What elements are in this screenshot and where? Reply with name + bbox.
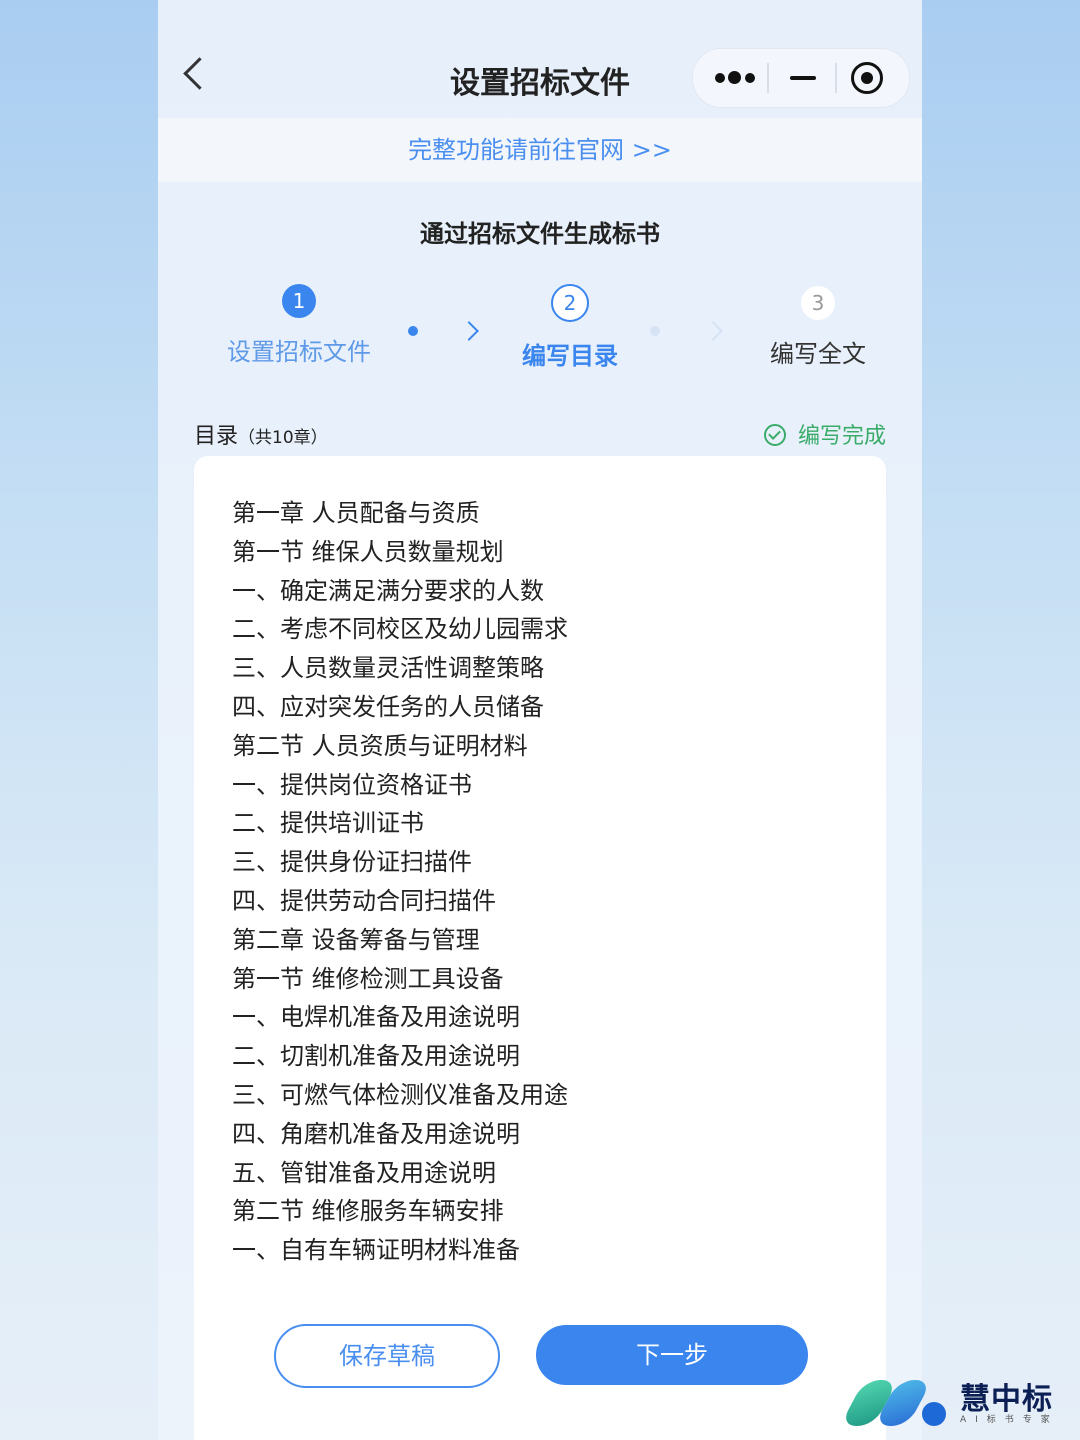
capsule-menu [692,48,910,108]
toc-item: 三、人员数量灵活性调整策略 [232,654,544,683]
step-number: 2 [551,284,589,322]
step-number: 1 [282,284,316,318]
step-2: 2 编写目录 [500,284,640,371]
next-step-button[interactable]: 下一步 [536,1325,808,1385]
toc-chapter-count: （共10章） [238,428,328,448]
toc-item: 第一节 维修检测工具设备 [232,964,504,993]
toc-item: 一、提供岗位资格证书 [232,770,472,799]
more-dots-icon[interactable] [711,63,759,93]
toc-list: 第一章 人员配备与资质 第一节 维保人员数量规划 一、确定满足满分要求的人数 二… [232,494,568,1270]
toc-item: 第一节 维保人员数量规划 [232,537,504,566]
capsule-divider [767,63,769,93]
toc-item: 四、应对突发任务的人员储备 [232,692,544,721]
toc-item: 三、可燃气体检测仪准备及用途 [232,1080,568,1109]
toc-item: 五、管钳准备及用途说明 [232,1158,496,1187]
toc-heading-label: 目录 [194,424,239,449]
toc-item: 第二节 维修服务车辆安排 [232,1197,504,1226]
check-circle-icon [763,424,786,446]
toc-heading: 目录（共10章） [194,418,328,450]
capsule-divider [835,63,837,93]
nav-bar: 设置招标文件 [158,0,922,118]
step-number: 3 [801,286,835,320]
brand-logo: 慧中标 AI标书专家 [839,1372,1072,1432]
toc-item: 二、提供培训证书 [232,809,424,838]
mini-program-screen: 设置招标文件 完整功能请前往官网 >> 通过招标文件生成标书 1 设置招标文件 … [158,0,922,1440]
toc-item: 一、确定满足满分要求的人数 [232,576,544,605]
toc-item: 第二节 人员资质与证明材料 [232,731,528,760]
toc-item: 一、电焊机准备及用途说明 [232,1003,520,1032]
toc-item: 四、角磨机准备及用途说明 [232,1119,520,1148]
brand-tagline: AI标书专家 [960,1415,1059,1425]
toc-item: 一、自有车辆证明材料准备 [232,1236,520,1265]
step-1: 1 设置招标文件 [214,284,384,367]
toc-item: 第二章 设备筹备与管理 [232,925,480,954]
toc-item: 二、切割机准备及用途说明 [232,1042,520,1071]
toc-item: 四、提供劳动合同扫描件 [232,886,496,915]
record-icon[interactable] [851,62,883,94]
minimize-icon[interactable] [787,62,819,94]
step-3: 3 编写全文 [748,286,888,369]
step-arrow-icon [650,326,720,336]
step-label: 编写全文 [770,340,866,368]
step-arrow-icon [408,326,476,336]
status-badge: 编写完成 [763,418,886,450]
logo-dot-icon [922,1402,946,1426]
toc-item: 三、提供身份证扫描件 [232,848,472,877]
step-label: 设置招标文件 [227,338,371,366]
save-draft-button[interactable]: 保存草稿 [274,1324,500,1388]
toc-card: 第一章 人员配备与资质 第一节 维保人员数量规划 一、确定满足满分要求的人数 二… [194,456,886,1440]
official-site-link[interactable]: 完整功能请前往官网 >> [158,118,922,182]
step-label: 编写目录 [522,342,618,370]
toc-item: 二、考虑不同校区及幼儿园需求 [232,615,568,644]
status-text: 编写完成 [797,424,886,449]
section-subtitle: 通过招标文件生成标书 [420,220,660,248]
toc-item: 第一章 人员配备与资质 [232,499,480,527]
